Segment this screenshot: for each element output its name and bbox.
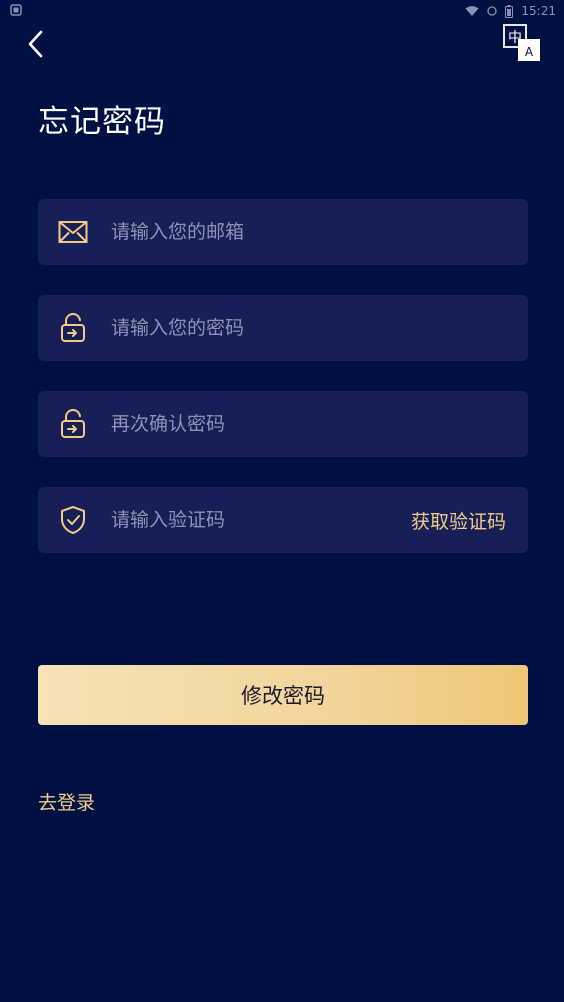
lock-icon (57, 312, 89, 344)
language-icon-bottom: A (525, 45, 534, 59)
language-switch-icon[interactable]: 中 A (502, 24, 544, 64)
page-title: 忘记密码 (38, 104, 166, 140)
wifi-icon (465, 6, 479, 16)
forgot-password-screen: 15:21 中 A 忘记密码 请输入您的邮箱 请输入验证码 获取验证码 修改密码… (0, 0, 564, 1002)
email-field (38, 199, 528, 265)
lock-icon (57, 408, 89, 440)
back-button[interactable] (18, 26, 54, 62)
shield-check-icon (57, 504, 89, 536)
language-icon-top: 中 (508, 30, 522, 46)
verification-code-field: 获取验证码 (38, 487, 528, 553)
status-bar: 15:21 (0, 0, 564, 22)
battery-icon (505, 4, 514, 18)
chevron-left-icon (28, 30, 43, 58)
notification-icon (10, 4, 22, 16)
confirm-password-field (38, 391, 528, 457)
envelope-icon (57, 216, 89, 248)
password-field (38, 295, 528, 361)
email-input[interactable] (111, 199, 528, 265)
confirm-password-input[interactable] (111, 391, 528, 457)
password-input[interactable] (111, 295, 528, 361)
go-login-link[interactable]: 去登录 (38, 788, 95, 815)
status-time: 15:21 (521, 4, 556, 18)
verification-code-input[interactable] (111, 487, 411, 553)
change-password-button[interactable]: 修改密码 (38, 665, 528, 725)
signal-icon (487, 6, 498, 16)
get-code-button[interactable]: 获取验证码 (411, 507, 506, 534)
